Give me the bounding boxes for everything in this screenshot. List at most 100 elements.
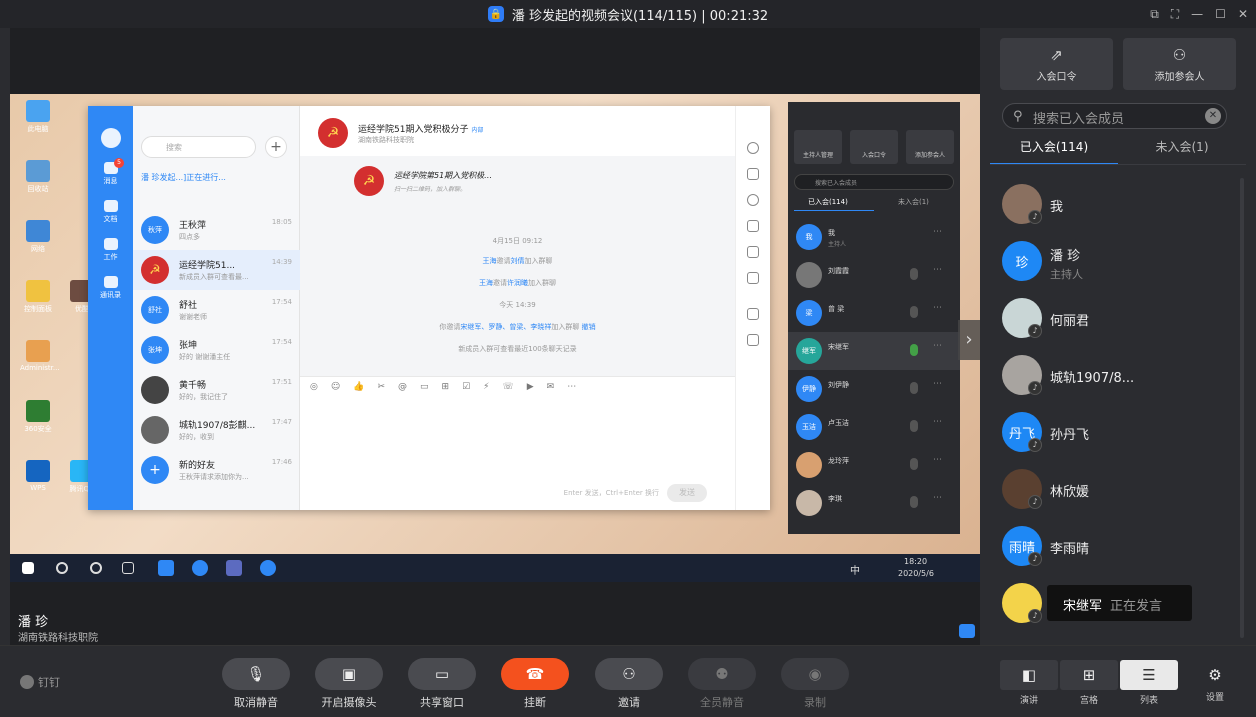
member-list-scrollbar[interactable]: [1240, 178, 1244, 638]
close-button[interactable]: ✕: [1238, 7, 1248, 21]
next-page-arrow[interactable]: ›: [958, 320, 980, 360]
view-speaker-button[interactable]: ◧ 演讲: [1000, 660, 1058, 706]
chat-item[interactable]: 张坤 张坤 好的 谢谢潘主任 17:54: [133, 330, 300, 370]
minimize-button[interactable]: —: [1191, 7, 1203, 21]
mini-search: 搜索已入会成员: [794, 174, 954, 190]
member-search-input[interactable]: ⚲ 搜索已入会成员 ✕: [1002, 103, 1227, 129]
system-date: 今天 14:39: [499, 301, 536, 309]
fullscreen-icon[interactable]: ⛶: [1171, 7, 1179, 22]
view-list-button[interactable]: ☰ 列表: [1120, 660, 1178, 706]
speaker-layout-icon: ◧: [1000, 660, 1058, 690]
member-row[interactable]: ♪ 何丽君: [990, 290, 1246, 347]
chat-search-input[interactable]: 搜索: [141, 136, 256, 158]
clear-icon[interactable]: ✕: [1205, 108, 1221, 124]
add-member-icon[interactable]: [747, 168, 759, 180]
maximize-button[interactable]: ☐: [1215, 7, 1226, 21]
app-icon: [260, 560, 276, 576]
speaker-name: 潘 珍: [18, 615, 49, 630]
invite-button[interactable]: ⚇ 邀请: [595, 658, 663, 710]
nav-contacts[interactable]: 通讯录: [88, 276, 133, 300]
view-grid-button[interactable]: ⊞ 宫格: [1060, 660, 1118, 706]
chat-item[interactable]: + 新的好友 王秋萍请求添加你为... 17:46: [133, 450, 300, 490]
like-icon[interactable]: 👍: [353, 382, 364, 392]
chat-item[interactable]: ☭ 运经学院51... 新成员入群可查看最... 14:39: [133, 250, 300, 290]
attachment-icon[interactable]: ⊞: [442, 382, 450, 392]
tab-divider: [990, 164, 1246, 165]
title-bar: 🔒 潘 珍发起的视频会议(114/115) | 00:21:32 ⧉ ⛶ — ☐…: [0, 0, 1256, 28]
member-row[interactable]: ♪ 我: [990, 176, 1246, 233]
hangup-label: 挂断: [524, 696, 546, 709]
call-icon[interactable]: ☏: [502, 382, 513, 392]
mic-muted-icon: ♪: [1028, 438, 1042, 452]
tab-joined[interactable]: 已入会(114): [990, 135, 1118, 165]
mini-member-row: 玉洁 卢玉洁 ⋯: [788, 408, 960, 446]
member-row[interactable]: 雨晴 ♪ 李雨晴: [990, 518, 1246, 575]
desktop-icon: 回收站: [20, 160, 56, 200]
chat-item[interactable]: 城轨1907/8彭麒... 好的，收到 17:47: [133, 410, 300, 450]
live-icon[interactable]: [747, 308, 759, 320]
member-row[interactable]: ♪ 城轨1907/8...: [990, 347, 1246, 404]
send-button[interactable]: 发送: [667, 484, 707, 502]
ding-icon[interactable]: ⚡: [483, 382, 489, 392]
chat-item[interactable]: 舒社 舒社 谢谢老师 17:54: [133, 290, 300, 330]
chat-bubble-icon[interactable]: [959, 624, 975, 638]
meeting-code-button[interactable]: ⇗ 入会口令: [1000, 38, 1113, 90]
chat-preview: 好的 谢谢潘主任: [179, 353, 231, 361]
mini-member-row: 伊静 刘伊静 ⋯: [788, 370, 960, 408]
more-icon[interactable]: [747, 142, 759, 154]
cube-icon[interactable]: [747, 334, 759, 346]
task-icon[interactable]: ☑: [462, 382, 470, 392]
desktop-icon: 网络: [20, 220, 56, 260]
tab-not-joined[interactable]: 未入会(1): [1118, 135, 1246, 165]
member-row[interactable]: 丹飞 ♪ 孙丹飞: [990, 404, 1246, 461]
nav-messages[interactable]: 消息: [88, 162, 133, 186]
video-icon[interactable]: ▶: [527, 382, 534, 392]
mention-icon[interactable]: @: [398, 382, 407, 392]
share-window-button[interactable]: ▭ 共享窗口: [408, 658, 476, 710]
chat-list: 搜索 + 潘 珍发起...]正在进行... 秋萍 王秋萍 四点多 18:05 ☭…: [133, 106, 300, 510]
profile-avatar[interactable]: [88, 128, 133, 150]
chat-item[interactable]: 黄千畅 好的，我记住了 17:51: [133, 370, 300, 410]
mute-all-button[interactable]: ⚉ 全员静音: [688, 658, 756, 710]
hangup-button[interactable]: ☎ 挂断: [501, 658, 569, 710]
camera-button[interactable]: ▣ 开启摄像头: [315, 658, 383, 710]
emoji-icon[interactable]: ☺: [331, 382, 340, 392]
scissors-icon[interactable]: ✂: [377, 382, 385, 392]
host-manage-button: 主持人管理: [794, 130, 842, 164]
chat-time: 17:46: [271, 458, 292, 466]
camera-icon[interactable]: [747, 272, 759, 284]
desktop-icon: 360安全: [20, 400, 56, 440]
more-icon[interactable]: ⋯: [567, 382, 576, 392]
dingtalk-icon: [20, 675, 34, 689]
record-button[interactable]: ◉ 录制: [781, 658, 849, 710]
folder-icon[interactable]: [747, 220, 759, 232]
member-name: 孙丹飞: [1050, 428, 1090, 443]
pip-icon[interactable]: ⧉: [1150, 7, 1159, 22]
history-icon[interactable]: [747, 194, 759, 206]
announce-icon[interactable]: [747, 246, 759, 258]
add-user-icon: ⚇: [595, 658, 663, 690]
share-out-icon: ⇗: [1050, 46, 1063, 64]
chat-time: 14:39: [271, 258, 292, 266]
chat-item[interactable]: 秋萍 王秋萍 四点多 18:05: [133, 210, 300, 250]
folder-icon[interactable]: ▭: [420, 382, 429, 392]
unmute-button[interactable]: 🎙 取消静音: [222, 658, 290, 710]
add-icon[interactable]: +: [265, 136, 287, 158]
gif-icon[interactable]: ◎: [310, 382, 318, 392]
nav-work[interactable]: 工作: [88, 238, 133, 262]
mini-member-row: 梁曾 梁 ⋯: [788, 294, 960, 332]
card-logo: ☭: [354, 166, 384, 196]
member-row[interactable]: ♪ 林欣媛: [990, 461, 1246, 518]
add-participant-button[interactable]: ⚇ 添加参会人: [1123, 38, 1236, 90]
settings-button[interactable]: ⚙ 设置: [1200, 666, 1230, 703]
list-layout-icon: ☰: [1120, 660, 1178, 690]
chat-name: 新的好友: [179, 461, 216, 471]
member-row[interactable]: ♪ 宋继军 正在发言: [990, 575, 1246, 632]
chat-name: 黄千畅: [179, 381, 207, 391]
chat-time: 17:54: [271, 298, 292, 306]
mail-icon[interactable]: ✉: [547, 382, 555, 392]
nav-docs[interactable]: 文档: [88, 200, 133, 224]
member-row[interactable]: 珍 潘 珍 主持人: [990, 233, 1246, 290]
windows-taskbar: 中 18:20 2020/5/6: [10, 554, 980, 582]
meeting-banner[interactable]: 潘 珍发起...]正在进行...: [141, 172, 226, 183]
